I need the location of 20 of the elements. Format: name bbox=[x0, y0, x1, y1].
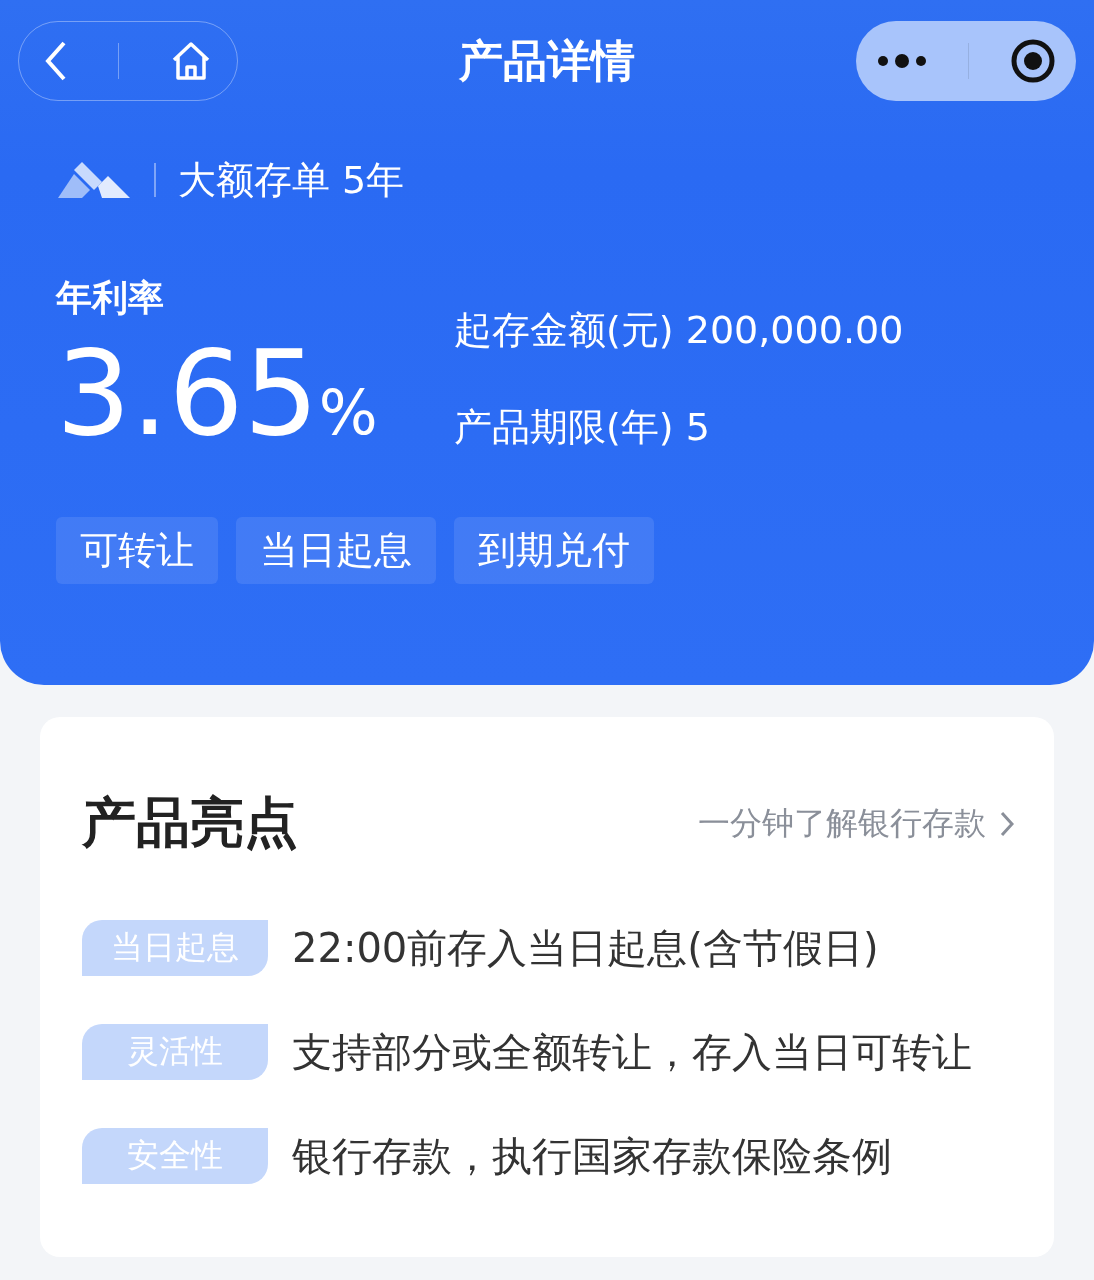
rate-label: 年利率 bbox=[56, 276, 165, 320]
chevron-icon bbox=[1000, 810, 1014, 837]
highlight-text: 22:00前存入当日起息(含节假日) bbox=[292, 923, 879, 973]
product-name: 大额存单 5年 bbox=[178, 156, 405, 204]
learn-more-link[interactable]: 一分钟了解银行存款 bbox=[698, 801, 1014, 846]
product-fact: 起存金额(元) 200,000.00 bbox=[454, 306, 904, 354]
feature-tag: 到期兑付 bbox=[454, 516, 654, 584]
logo-icon bbox=[56, 160, 132, 200]
feature-tag: 可转让 bbox=[56, 516, 218, 584]
highlight-text: 支持部分或全额转让，存入当日可转让 bbox=[292, 1027, 972, 1077]
highlight-text: 银行存款，执行国家存款保险条例 bbox=[292, 1131, 892, 1181]
feature-tag: 当日起息 bbox=[236, 516, 436, 584]
interest-rate: 3.65% bbox=[56, 323, 379, 464]
highlight-tag: 灵活性 bbox=[82, 1024, 268, 1080]
page-title: 产品详情 bbox=[459, 33, 635, 88]
section-title: 产品亮点 bbox=[82, 790, 298, 856]
highlight-tag: 当日起息 bbox=[82, 920, 268, 976]
product-fact: 产品期限(年) 5 bbox=[454, 403, 711, 451]
more-icon[interactable] bbox=[876, 53, 927, 69]
highlight-tag: 安全性 bbox=[82, 1128, 268, 1184]
